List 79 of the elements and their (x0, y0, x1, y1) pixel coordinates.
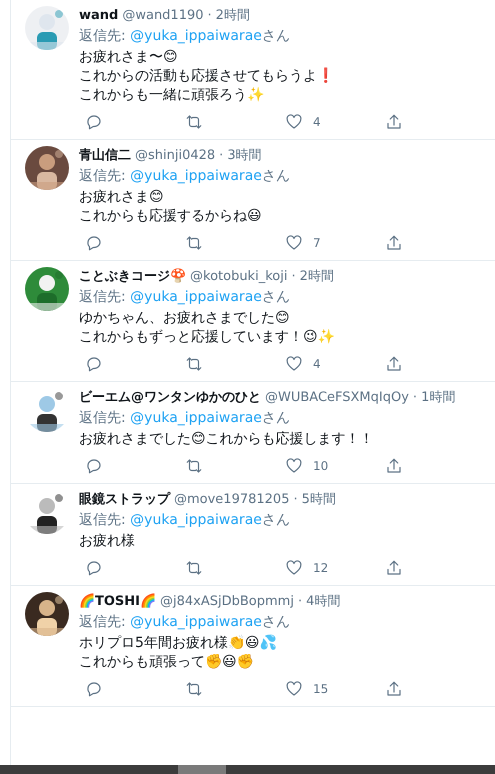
share-icon[interactable] (385, 113, 403, 131)
separator-dot: · (293, 492, 298, 507)
honorific-text: さん (262, 168, 290, 184)
tweet-text: これからも頑張って✊😃✊ (79, 653, 255, 672)
retweet-icon[interactable] (185, 113, 203, 131)
separator-dot: · (208, 8, 212, 23)
tweet-text: ゆかちゃん、お疲れさまでした😊 (79, 309, 291, 328)
retweet-icon[interactable] (185, 559, 203, 577)
post-time: 5時間 (302, 491, 336, 508)
retweet-icon[interactable] (185, 457, 203, 475)
user-handle: @kotobuki_koji (190, 269, 288, 284)
user-name[interactable]: wand (79, 8, 118, 23)
user-name[interactable]: 青山信二 (79, 146, 131, 164)
user-handle: @wand1190 (122, 8, 204, 23)
like-count: 12 (313, 561, 328, 575)
post-time: 2時間 (216, 7, 250, 24)
post-time: 3時間 (227, 147, 262, 164)
tweet-text: お疲れ様 (79, 532, 136, 551)
scrollbar[interactable] (0, 765, 495, 774)
honorific-text: さん (262, 614, 290, 630)
like-count: 4 (313, 357, 321, 371)
like-count: 15 (313, 682, 328, 696)
reply-icon[interactable] (85, 355, 103, 373)
reply-label: 返信先: (79, 168, 127, 184)
separator-dot: · (298, 594, 302, 609)
share-icon[interactable] (385, 234, 403, 252)
post-time: 2時間 (300, 268, 334, 285)
retweet-icon[interactable] (185, 234, 203, 252)
like-icon[interactable] (285, 355, 303, 373)
post-time: 1時間 (421, 389, 456, 406)
user-handle: @WUBACeFSXMqIqOy (265, 390, 409, 405)
like-icon[interactable] (285, 559, 303, 577)
share-icon[interactable] (385, 457, 403, 475)
reply-icon[interactable] (85, 113, 103, 131)
user-name[interactable]: 🌈TOSHI🌈 (79, 593, 156, 609)
separator-dot: · (291, 269, 296, 284)
tweet-text: お疲れさま〜😊 (79, 48, 179, 67)
reply-icon[interactable] (85, 457, 103, 475)
user-handle: @j84xASjDbBopmmj (160, 594, 294, 609)
honorific-text: さん (262, 512, 290, 528)
honorific-text: さん (262, 410, 290, 426)
reply-icon[interactable] (85, 559, 103, 577)
retweet-icon[interactable] (185, 355, 203, 373)
honorific-text: さん (262, 28, 290, 44)
like-count: 7 (313, 236, 321, 250)
separator-dot: · (412, 390, 418, 405)
share-icon[interactable] (385, 680, 403, 698)
share-icon[interactable] (385, 355, 403, 373)
reply-label: 返信先: (79, 512, 127, 528)
like-count: 4 (313, 115, 321, 129)
tweet-text: これからの活動も応援させてもらうよ❗ (79, 67, 335, 86)
reply-label: 返信先: (79, 614, 127, 630)
reply-label: 返信先: (79, 289, 127, 305)
user-name[interactable]: 眼鏡ストラップ (79, 490, 170, 508)
tweet-text: お疲れさま😊 (79, 188, 165, 207)
like-icon[interactable] (285, 680, 303, 698)
reply-label: 返信先: (79, 410, 127, 426)
like-icon[interactable] (285, 457, 303, 475)
user-name[interactable]: ビーエム@ワンタンゆかのひと (79, 388, 261, 406)
user-handle: @shinji0428 (135, 148, 216, 163)
retweet-icon[interactable] (185, 680, 203, 698)
tweet-text: ホリプロ5年間お疲れ様👏😃💦 (79, 634, 278, 653)
like-count: 10 (313, 459, 328, 473)
post-time: 4時間 (306, 593, 340, 610)
share-icon[interactable] (385, 559, 403, 577)
tweet-text: これからもずっと応援しています！😉✨ (79, 328, 336, 347)
user-handle: @move19781205 (174, 492, 290, 507)
user-name[interactable]: ことぶきコージ🍄 (79, 267, 186, 285)
scrollbar-thumb[interactable] (178, 765, 226, 774)
reply-label: 返信先: (79, 28, 127, 44)
reply-icon[interactable] (85, 234, 103, 252)
reply-icon[interactable] (85, 680, 103, 698)
honorific-text: さん (262, 289, 290, 305)
like-icon[interactable] (285, 113, 303, 131)
separator-dot: · (219, 148, 224, 163)
tweet-text: これからも一緒に頑張ろう✨ (79, 86, 265, 105)
tweet-text: お疲れさまでした😊これからも応援します！！ (79, 430, 375, 449)
tweet-text: これからも応援するからね😃 (79, 207, 263, 226)
like-icon[interactable] (285, 234, 303, 252)
